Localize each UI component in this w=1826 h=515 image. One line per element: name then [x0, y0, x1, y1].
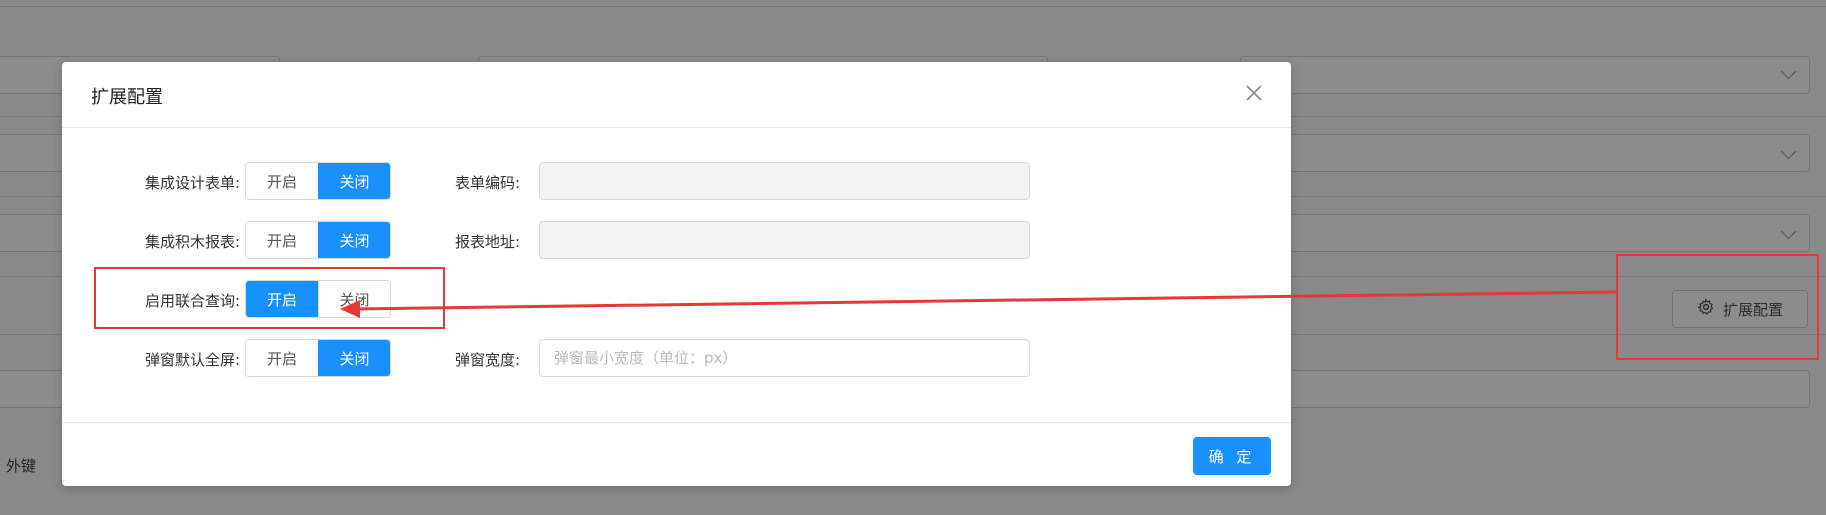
modal-title: 扩展配置 — [91, 87, 163, 108]
report-switch[interactable]: 开启 关闭 — [245, 221, 391, 259]
join-query-off[interactable]: 关闭 — [318, 281, 390, 317]
report-on[interactable]: 开启 — [246, 222, 318, 258]
join-query-on[interactable]: 开启 — [246, 281, 318, 317]
popup-width-input[interactable] — [539, 339, 1030, 377]
row-join-query: 启用联合查询: — [62, 280, 240, 320]
confirm-button[interactable]: 确 定 — [1193, 437, 1271, 475]
fullscreen-label: 弹窗默认全屏: — [144, 351, 240, 369]
fullscreen-switch[interactable]: 开启 关闭 — [245, 339, 391, 377]
join-query-label: 启用联合查询: — [144, 292, 240, 310]
fullscreen-off[interactable]: 关闭 — [318, 340, 390, 376]
join-query-switch[interactable]: 开启 关闭 — [245, 280, 391, 318]
design-form-label: 集成设计表单: — [144, 174, 240, 192]
fullscreen-on[interactable]: 开启 — [246, 340, 318, 376]
design-form-off[interactable]: 关闭 — [318, 163, 390, 199]
modal-footer: 确 定 — [62, 422, 1291, 487]
report-url-input[interactable] — [539, 221, 1030, 259]
report-off[interactable]: 关闭 — [318, 222, 390, 258]
close-icon[interactable] — [1239, 78, 1269, 108]
form-code-input[interactable] — [539, 162, 1030, 200]
popup-width-label: 弹窗宽度: — [455, 351, 521, 369]
ext-config-modal: 扩展配置 集成设计表单: 开启 关闭 表单编码: 集成积木报表: 开启 关闭 报… — [62, 62, 1291, 486]
row-fullscreen: 弹窗默认全屏: — [62, 339, 240, 379]
report-url-label: 报表地址: — [455, 233, 521, 251]
design-form-switch[interactable]: 开启 关闭 — [245, 162, 391, 200]
row-report: 集成积木报表: — [62, 221, 240, 261]
form-code-label: 表单编码: — [455, 174, 521, 192]
row-design-form: 集成设计表单: — [62, 162, 240, 202]
design-form-on[interactable]: 开启 — [246, 163, 318, 199]
report-label: 集成积木报表: — [144, 233, 240, 251]
modal-header: 扩展配置 — [62, 62, 1291, 128]
